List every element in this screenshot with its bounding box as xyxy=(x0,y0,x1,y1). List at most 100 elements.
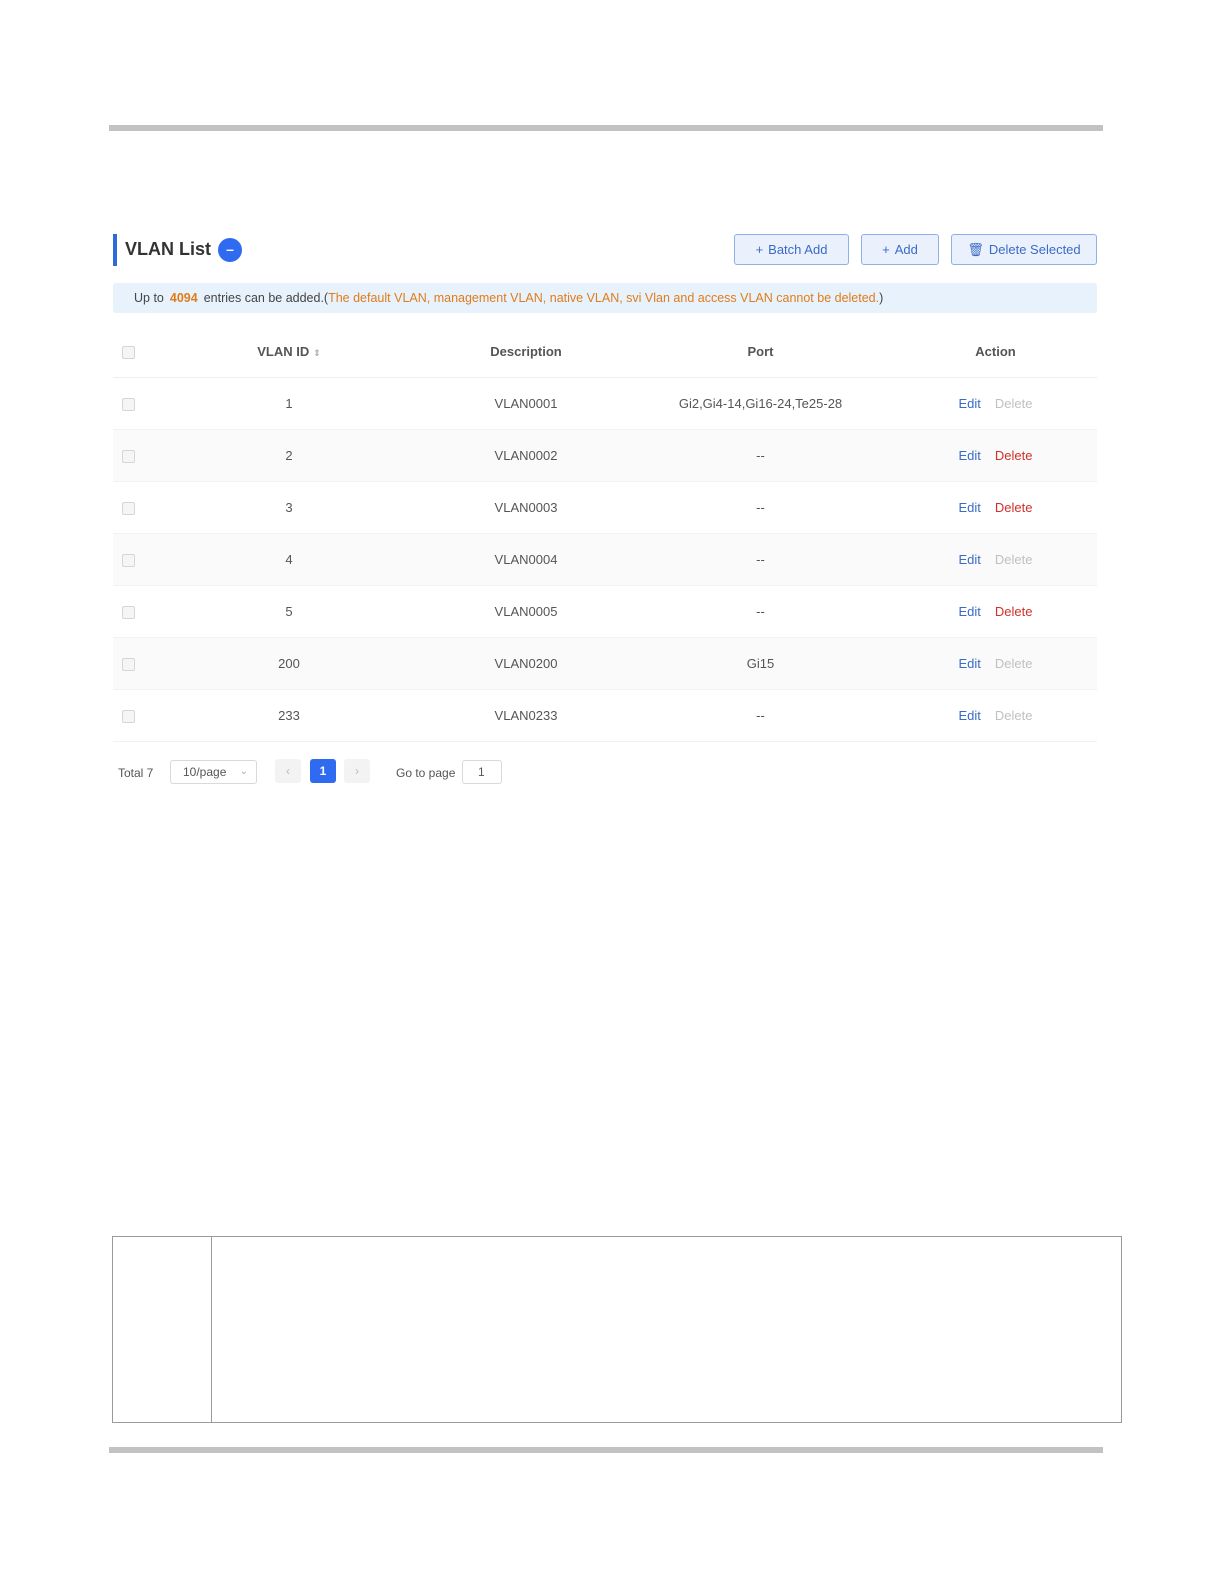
select-all-cell xyxy=(113,326,153,378)
delete-link[interactable]: Delete xyxy=(995,604,1033,619)
pagination: Total 7 10/page ⌄ ‹ 1 › Go to page 1 xyxy=(113,758,1097,788)
column-header-description: Description xyxy=(425,326,627,378)
collapse-button[interactable]: – xyxy=(218,238,242,262)
table-row: 4 VLAN0004 -- Edit Delete xyxy=(113,533,1097,586)
description-cell: VLAN0003 xyxy=(425,481,627,534)
chevron-left-icon: ‹ xyxy=(286,764,290,778)
description-cell: VLAN0001 xyxy=(425,377,627,430)
row-checkbox-cell xyxy=(113,689,153,742)
table-row: 5 VLAN0005 -- Edit Delete xyxy=(113,585,1097,638)
delete-link-disabled: Delete xyxy=(994,552,1033,567)
row-checkbox[interactable] xyxy=(122,450,135,464)
port-cell: -- xyxy=(627,585,894,638)
plus-icon: + xyxy=(882,242,890,257)
edit-link[interactable]: Edit xyxy=(959,552,981,567)
vlan-id-cell: 4 xyxy=(153,533,425,586)
table-header-row: VLAN ID ⇕ Description Port Action xyxy=(113,326,1097,378)
notice-suffix: entries can be added.( xyxy=(203,291,329,305)
select-all-checkbox[interactable] xyxy=(122,346,135,360)
row-checkbox-cell xyxy=(113,429,153,482)
total-count: Total 7 xyxy=(118,766,154,780)
description-cell: VLAN0200 xyxy=(425,637,627,690)
sort-icon[interactable]: ⇕ xyxy=(313,348,321,358)
vlan-id-header-label: VLAN ID xyxy=(257,344,310,359)
page-number-current[interactable]: 1 xyxy=(310,759,336,783)
delete-selected-button[interactable]: 🗑 Delete Selected xyxy=(951,234,1097,265)
bottom-rule xyxy=(109,1447,1103,1453)
table-row: 200 VLAN0200 Gi15 Edit Delete xyxy=(113,637,1097,690)
table-row: 2 VLAN0002 -- Edit Delete xyxy=(113,429,1097,482)
note-table xyxy=(112,1236,1122,1423)
note-column-divider xyxy=(211,1237,212,1422)
vlan-id-cell: 200 xyxy=(153,637,425,690)
delete-link-disabled: Delete xyxy=(994,708,1033,723)
chevron-down-icon: ⌄ xyxy=(239,766,248,777)
trash-icon: 🗑 xyxy=(967,242,984,257)
vlan-table: VLAN ID ⇕ Description Port Action 1 VLAN0… xyxy=(113,326,1097,742)
column-header-port: Port xyxy=(627,326,894,378)
page-size-select[interactable]: 10/page ⌄ xyxy=(170,760,257,784)
vlan-list-panel: VLAN List – + Batch Add + Add 🗑 Delete Sele… xyxy=(113,232,1097,788)
column-header-action: Action xyxy=(894,326,1097,378)
port-cell: -- xyxy=(627,429,894,482)
port-cell: Gi15 xyxy=(627,637,894,690)
title-accent-bar xyxy=(113,234,117,266)
prev-page-button[interactable]: ‹ xyxy=(275,759,301,783)
row-checkbox[interactable] xyxy=(122,710,135,724)
add-button[interactable]: + Add xyxy=(861,234,939,265)
add-label: Add xyxy=(894,242,918,257)
edit-link[interactable]: Edit xyxy=(959,604,981,619)
edit-link[interactable]: Edit xyxy=(959,708,981,723)
vlan-id-cell: 5 xyxy=(153,585,425,638)
table-row: 233 VLAN0233 -- Edit Delete xyxy=(113,689,1097,742)
row-checkbox[interactable] xyxy=(122,554,135,568)
vlan-id-cell: 2 xyxy=(153,429,425,482)
chevron-right-icon: › xyxy=(355,764,359,778)
action-cell: Edit Delete xyxy=(894,533,1097,586)
vlan-id-cell: 3 xyxy=(153,481,425,534)
notice-max-entries: 4094 xyxy=(169,291,198,305)
next-page-button[interactable]: › xyxy=(344,759,370,783)
action-cell: Edit Delete xyxy=(894,377,1097,430)
batch-add-button[interactable]: + Batch Add xyxy=(734,234,849,265)
goto-page-input[interactable]: 1 xyxy=(462,760,502,784)
delete-link-disabled: Delete xyxy=(994,396,1033,411)
edit-link[interactable]: Edit xyxy=(959,448,981,463)
port-cell: -- xyxy=(627,689,894,742)
row-checkbox[interactable] xyxy=(122,606,135,620)
description-cell: VLAN0004 xyxy=(425,533,627,586)
delete-link[interactable]: Delete xyxy=(995,500,1033,515)
row-checkbox[interactable] xyxy=(122,658,135,672)
notice-close: ) xyxy=(879,291,884,305)
port-cell: -- xyxy=(627,533,894,586)
vlan-id-cell: 1 xyxy=(153,377,425,430)
goto-page-label: Go to page xyxy=(396,766,456,780)
row-checkbox[interactable] xyxy=(122,502,135,516)
action-cell: Edit Delete xyxy=(894,637,1097,690)
row-checkbox-cell xyxy=(113,533,153,586)
table-row: 3 VLAN0003 -- Edit Delete xyxy=(113,481,1097,534)
row-checkbox[interactable] xyxy=(122,398,135,412)
delete-link[interactable]: Delete xyxy=(995,448,1033,463)
vlan-id-cell: 233 xyxy=(153,689,425,742)
notice-warning: The default VLAN, management VLAN, nativ… xyxy=(328,291,880,305)
port-cell: Gi2,Gi4-14,Gi16-24,Te25-28 xyxy=(627,377,894,430)
row-checkbox-cell xyxy=(113,585,153,638)
capacity-notice: Up to 4094 entries can be added.(The defau… xyxy=(113,283,1097,313)
batch-add-label: Batch Add xyxy=(768,242,828,257)
action-cell: Edit Delete xyxy=(894,689,1097,742)
description-cell: VLAN0002 xyxy=(425,429,627,482)
edit-link[interactable]: Edit xyxy=(959,500,981,515)
plus-icon: + xyxy=(755,242,764,257)
action-cell: Edit Delete xyxy=(894,429,1097,482)
row-checkbox-cell xyxy=(113,481,153,534)
top-rule xyxy=(109,125,1103,131)
column-header-vlan-id[interactable]: VLAN ID ⇕ xyxy=(153,326,425,378)
edit-link[interactable]: Edit xyxy=(959,396,981,411)
action-cell: Edit Delete xyxy=(894,585,1097,638)
delete-selected-label: Delete Selected xyxy=(988,242,1081,257)
description-cell: VLAN0005 xyxy=(425,585,627,638)
row-checkbox-cell xyxy=(113,377,153,430)
page-size-value: 10/page xyxy=(183,765,227,779)
edit-link[interactable]: Edit xyxy=(959,656,981,671)
